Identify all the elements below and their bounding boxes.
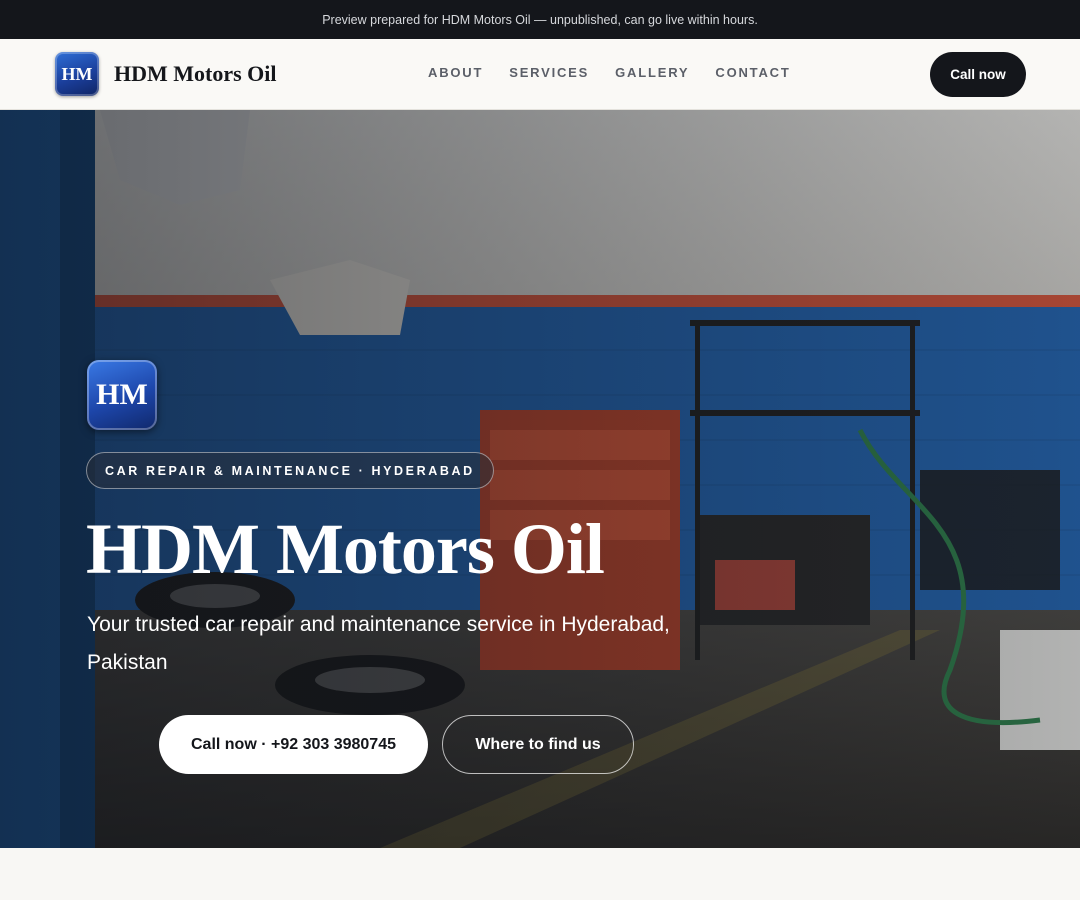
preview-banner: Preview prepared for HDM Motors Oil — un…: [0, 0, 1080, 39]
brand-logo-icon[interactable]: HM: [55, 52, 99, 96]
hero-call-button[interactable]: Call now · +92 303 3980745: [159, 715, 428, 774]
hero-tagline-badge: CAR REPAIR & MAINTENANCE · HYDERABAD: [86, 452, 494, 489]
hero-title: HDM Motors Oil: [86, 509, 605, 589]
hero-find-us-button[interactable]: Where to find us: [442, 715, 634, 774]
brand-logo-initials: HM: [61, 63, 93, 84]
brand-name[interactable]: HDM Motors Oil: [114, 61, 277, 87]
header-call-button[interactable]: Call now: [930, 52, 1026, 97]
hero-logo-icon: HM: [87, 360, 157, 430]
nav-link-contact[interactable]: CONTACT: [715, 65, 790, 80]
main-nav: ABOUT SERVICES GALLERY CONTACT: [428, 65, 791, 80]
nav-link-services[interactable]: SERVICES: [509, 65, 589, 80]
hero-subtitle: Your trusted car repair and maintenance …: [87, 613, 670, 674]
hero-logo-initials: HM: [96, 378, 148, 411]
hero-section: HM CAR REPAIR & MAINTENANCE · HYDERABAD …: [0, 110, 1080, 848]
preview-banner-text: Preview prepared for HDM Motors Oil — un…: [322, 12, 758, 27]
site-header: HM HDM Motors Oil ABOUT SERVICES GALLERY…: [0, 39, 1080, 110]
nav-link-gallery[interactable]: GALLERY: [615, 65, 689, 80]
nav-link-about[interactable]: ABOUT: [428, 65, 483, 80]
